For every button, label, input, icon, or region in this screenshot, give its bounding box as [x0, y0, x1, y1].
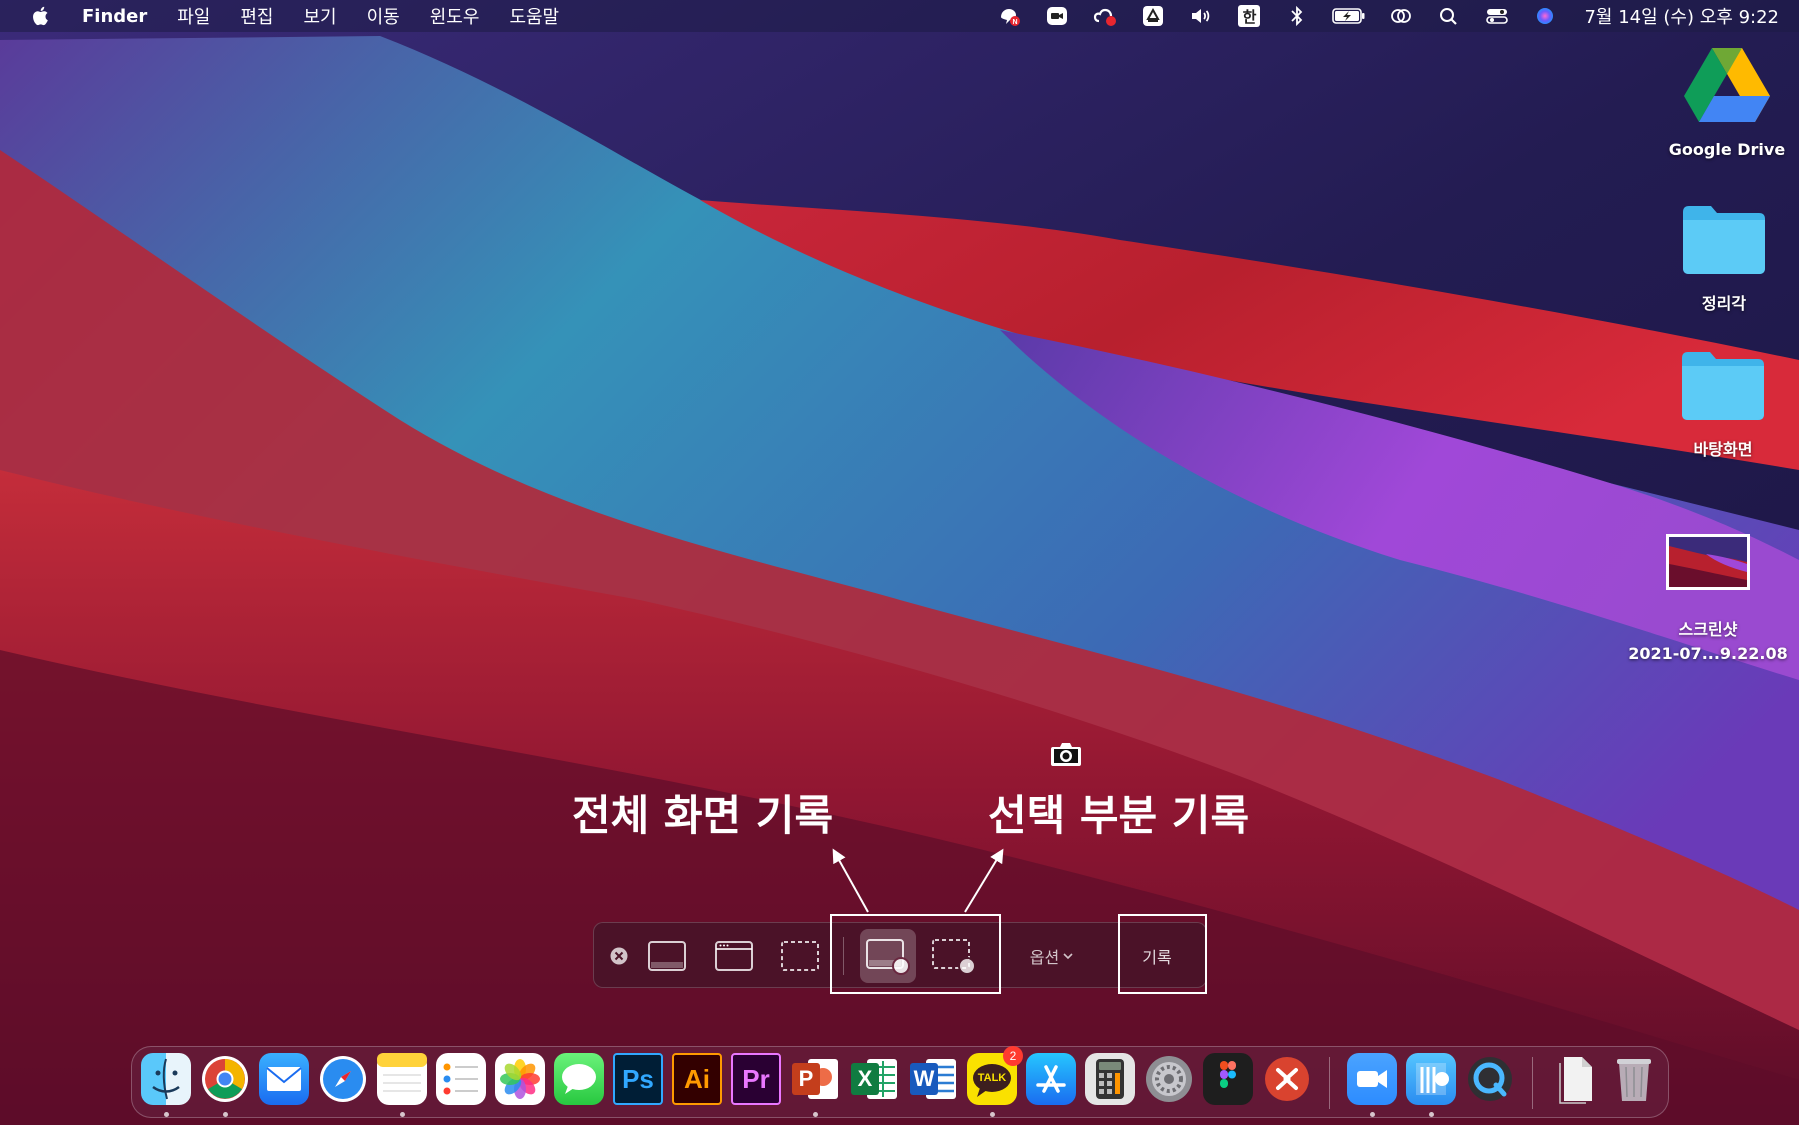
desktop-item-label: 스크린샷 — [1678, 620, 1738, 639]
volume-icon[interactable] — [1188, 5, 1214, 27]
kakaotalk-icon[interactable]: TALK 2 — [967, 1046, 1023, 1105]
menu-help[interactable]: 도움말 — [509, 3, 559, 29]
chrome-icon[interactable] — [200, 1053, 250, 1105]
dock-app-label: Pr — [742, 1063, 770, 1094]
menu-view[interactable]: 보기 — [304, 3, 337, 29]
menu-bar-status: N 한 7월 14일 (수) 오후 9:22 — [974, 0, 1779, 32]
desktop-item-label: 바탕화면 — [1693, 440, 1753, 459]
capture-selection-button[interactable] — [777, 937, 823, 975]
dock-running-indicator — [400, 1112, 405, 1117]
safari-icon[interactable] — [318, 1053, 368, 1105]
finder-icon[interactable] — [141, 1053, 191, 1105]
capture-entire-screen-icon — [648, 941, 686, 971]
dock-separator — [1532, 1057, 1533, 1109]
svg-text:N: N — [1013, 19, 1018, 26]
menu-window[interactable]: 윈도우 — [430, 3, 480, 29]
remote-desktop-icon[interactable] — [1262, 1053, 1312, 1105]
dock-app-label: P — [798, 1066, 814, 1091]
options-label: 옵션 — [1029, 948, 1060, 967]
desktop-item-label: 정리각 — [1701, 294, 1747, 313]
capture-entire-screen-button[interactable] — [644, 937, 690, 975]
annotation-full-screen-record: 전체 화면 기록 — [572, 791, 834, 840]
word-icon[interactable]: W — [908, 1053, 958, 1105]
capture-selection-icon — [781, 941, 819, 971]
quicktime-icon[interactable] — [1465, 1053, 1515, 1105]
screen-mirroring-icon[interactable] — [1388, 5, 1414, 27]
control-center-icon[interactable] — [1484, 5, 1510, 27]
search-icon[interactable] — [1436, 5, 1462, 27]
dock-app-label: X — [857, 1066, 873, 1091]
dock-running-indicator — [813, 1112, 818, 1117]
dock-running-indicator — [990, 1112, 995, 1117]
input-source-label: 한 — [1238, 5, 1261, 27]
desktop-item-label: Google Drive — [1668, 140, 1786, 159]
app-store-icon[interactable] — [1026, 1053, 1076, 1105]
folder-icon — [1683, 206, 1765, 274]
highlight-record-button — [1118, 914, 1207, 994]
desktop-item-folder-desktop[interactable]: 바탕화면 — [1643, 350, 1799, 462]
desktop-item-google-drive[interactable]: Google Drive — [1647, 46, 1799, 162]
desktop-item-folder-jeongrigak[interactable]: 정리각 — [1644, 204, 1799, 316]
menu-go[interactable]: 이동 — [367, 3, 400, 29]
dock-running-indicator — [223, 1112, 228, 1117]
folder-icon — [1682, 352, 1764, 420]
menu-file[interactable]: 파일 — [177, 3, 210, 29]
dock-app-label: Ai — [684, 1063, 710, 1094]
chevron-down-icon — [1063, 953, 1073, 960]
bluetooth-icon[interactable] — [1284, 5, 1310, 27]
dock-running-indicator — [164, 1112, 169, 1117]
google-drive-icon — [1684, 48, 1770, 122]
menu-app-name[interactable]: Finder — [82, 6, 147, 27]
dock-app-label: Ps — [622, 1063, 654, 1094]
menu-bar-left: Finder 파일 편집 보기 이동 윈도우 도움말 — [0, 0, 589, 32]
zoom-icon[interactable] — [1044, 5, 1070, 27]
dock-running-indicator — [1370, 1112, 1375, 1117]
photoshop-icon[interactable]: Ps — [613, 1053, 663, 1105]
apple-logo-icon[interactable] — [30, 4, 52, 28]
premiere-icon[interactable]: Pr — [731, 1053, 781, 1105]
input-source-icon[interactable]: 한 — [1236, 5, 1262, 27]
excel-icon[interactable]: X — [849, 1053, 899, 1105]
desktop-item-screenshot[interactable]: 스크린샷 2021-07...9.22.08 — [1628, 534, 1788, 666]
dock-running-indicator — [1429, 1112, 1434, 1117]
capture-window-icon — [715, 941, 753, 971]
notification-badge: 2 — [1003, 1046, 1023, 1066]
siri-icon[interactable] — [1532, 5, 1558, 27]
powerpoint-icon[interactable]: P — [790, 1053, 840, 1105]
naver-whale-icon[interactable]: N — [996, 5, 1022, 27]
options-button[interactable]: 옵션 — [1012, 941, 1092, 971]
trash-icon[interactable] — [1609, 1053, 1659, 1105]
messages-icon[interactable] — [554, 1053, 604, 1105]
highlight-record-modes — [830, 914, 1001, 994]
dock-separator — [1329, 1057, 1330, 1109]
zoom-app-icon[interactable] — [1347, 1053, 1397, 1105]
hancom-icon[interactable] — [1406, 1053, 1456, 1105]
dock: Ps Ai Pr P X W TALK 2 — [131, 1046, 1669, 1118]
desktop-item-label-line2: 2021-07...9.22.08 — [1628, 644, 1788, 663]
illustrator-icon[interactable]: Ai — [672, 1053, 722, 1105]
documents-stack-icon[interactable] — [1550, 1053, 1600, 1105]
creative-cloud-icon[interactable] — [1092, 5, 1118, 27]
notes-icon[interactable] — [377, 1053, 427, 1105]
dock-app-label: W — [913, 1066, 935, 1091]
capture-window-button[interactable] — [711, 937, 757, 975]
menu-edit[interactable]: 편집 — [240, 3, 273, 29]
google-drive-status-icon[interactable] — [1140, 5, 1166, 27]
system-preferences-icon[interactable] — [1144, 1053, 1194, 1105]
photos-icon[interactable] — [495, 1053, 545, 1105]
annotation-selection-record: 선택 부분 기록 — [988, 791, 1250, 840]
figma-icon[interactable] — [1203, 1053, 1253, 1105]
screenshot-thumbnail-icon — [1666, 534, 1750, 590]
menu-bar-clock[interactable]: 7월 14일 (수) 오후 9:22 — [1584, 3, 1779, 29]
close-icon — [610, 947, 628, 965]
battery-charging-icon[interactable] — [1332, 5, 1366, 27]
calculator-icon[interactable] — [1085, 1053, 1135, 1105]
menu-bar: Finder 파일 편집 보기 이동 윈도우 도움말 N 한 7월 14일 (수… — [0, 0, 1799, 32]
camera-cursor-icon — [1051, 743, 1081, 766]
close-button[interactable] — [608, 945, 630, 967]
mail-icon[interactable] — [259, 1053, 309, 1105]
reminders-icon[interactable] — [436, 1053, 486, 1105]
